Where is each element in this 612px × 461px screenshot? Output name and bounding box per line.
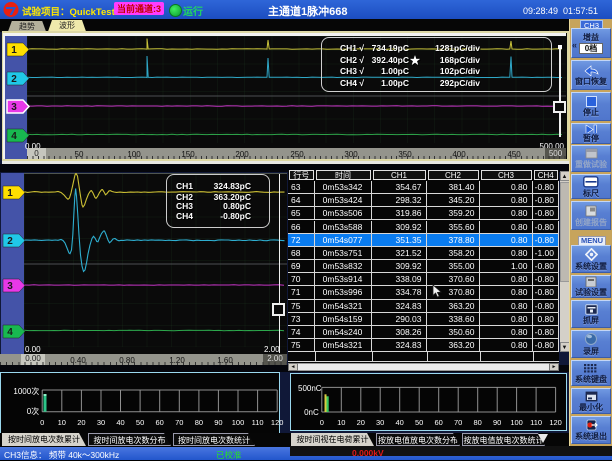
svg-text:2: 2 xyxy=(7,232,13,247)
svg-text:1: 1 xyxy=(11,41,17,56)
svg-text:4: 4 xyxy=(7,323,13,338)
svg-text:3: 3 xyxy=(11,98,17,113)
svg-text:1: 1 xyxy=(7,184,13,199)
svg-text:3: 3 xyxy=(7,277,13,292)
svg-text:2: 2 xyxy=(11,70,17,85)
svg-text:4: 4 xyxy=(11,127,17,142)
